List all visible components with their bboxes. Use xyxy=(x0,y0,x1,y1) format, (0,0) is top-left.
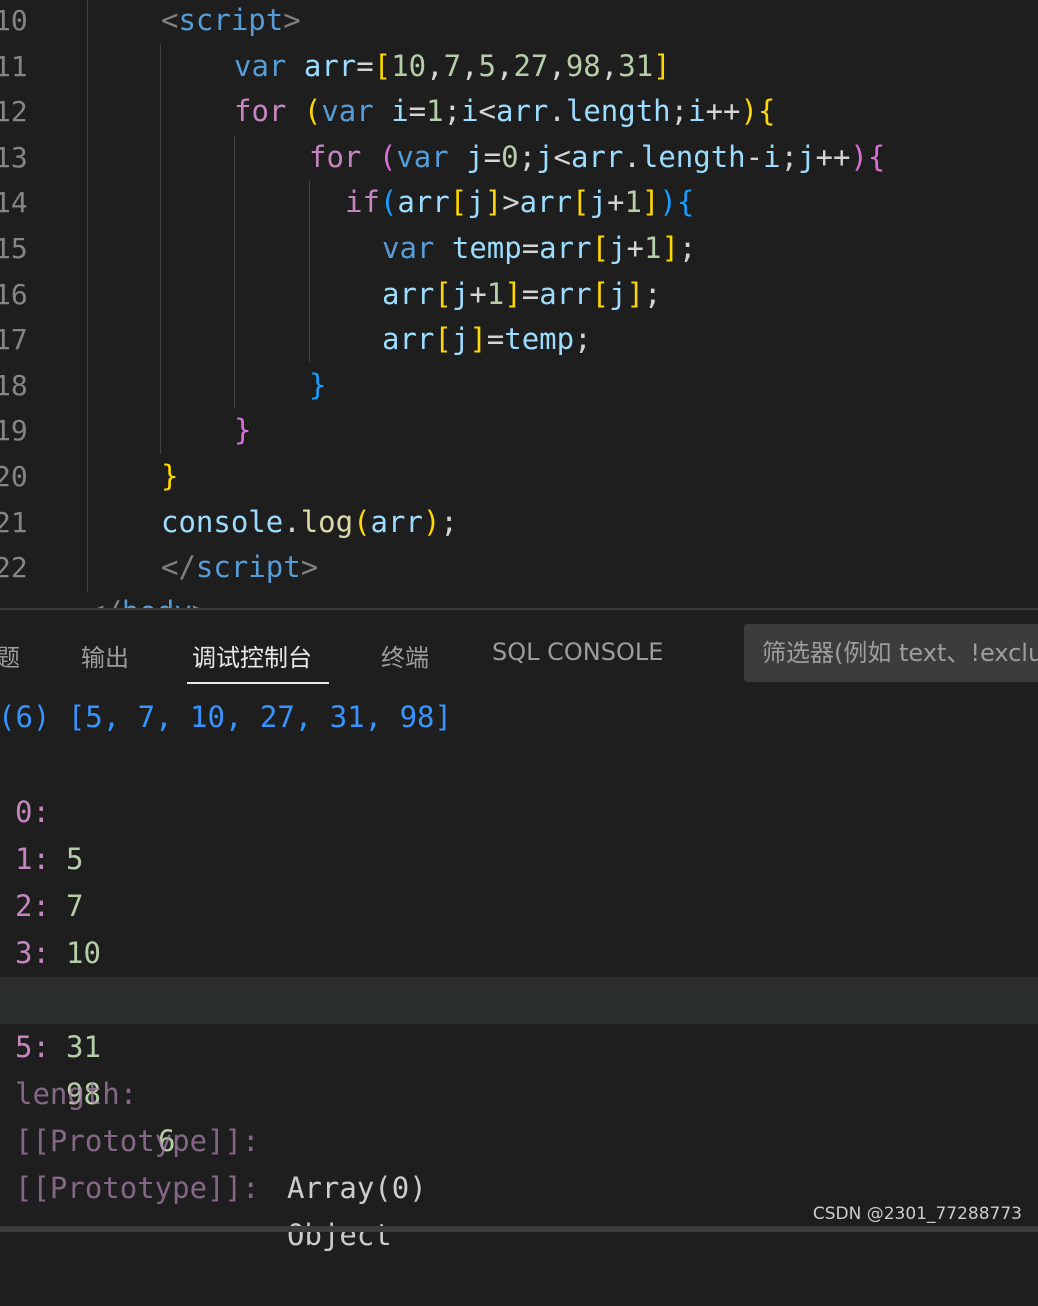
console-prototype-entry[interactable]: [[Prototype]]: Array(0) xyxy=(0,1071,1038,1205)
watermark: CSDN @2301_77288773 xyxy=(812,1204,1022,1224)
line-number: 21 xyxy=(0,505,28,539)
tab-terminal[interactable]: 终端 xyxy=(381,638,429,673)
tab-output[interactable]: 输出 xyxy=(81,638,129,673)
line-number: 12 xyxy=(0,95,28,129)
code-line: } xyxy=(234,413,252,448)
console-entry: 0: 5 xyxy=(0,742,1038,876)
prototype-value: Array(0) xyxy=(287,1171,427,1205)
line-number: 20 xyxy=(0,460,28,493)
line-number: 13 xyxy=(0,140,28,174)
console-length-entry: length: 6 xyxy=(0,1024,1038,1158)
console-entry: 2: 10 xyxy=(0,836,1038,970)
indent-guide xyxy=(160,44,161,454)
panel-bottom-border xyxy=(0,1226,1038,1232)
code-line: if(arr[j]>arr[j+1]){ xyxy=(345,185,695,220)
line-number: 15 xyxy=(0,232,28,265)
tab-problems[interactable]: 题 xyxy=(0,638,20,673)
code-line: arr[j+1]=arr[j]; xyxy=(382,276,662,311)
bottom-panel: 题 输出 调试控制台 终端 SQL CONSOLE 筛选器(例如 text、!e… xyxy=(0,608,1038,1252)
console-entry: 3: 27 xyxy=(0,883,1038,1017)
line-number: 16 xyxy=(0,277,28,311)
code-line: for (var j=0;j<arr.length-i;j++){ xyxy=(309,139,886,174)
code-editor[interactable]: 10 11 12 13 14 15 16 17 18 19 20 21 22 <… xyxy=(0,0,1038,608)
code-line: var temp=arr[j+1]; xyxy=(382,231,697,265)
tab-debug-console[interactable]: 调试控制台 xyxy=(192,638,312,673)
line-number: 11 xyxy=(0,49,28,83)
indent-guide xyxy=(234,135,235,408)
console-prototype-entry[interactable]: [[Prototype]]: Object xyxy=(0,1118,1038,1252)
code-line: </script> xyxy=(161,550,319,585)
line-number: 22 xyxy=(0,551,28,585)
console-entry-hovered[interactable]: 5: 98 xyxy=(0,977,1038,1111)
code-line: } xyxy=(309,367,327,402)
console-array-summary[interactable]: (6) [5, 7, 10, 27, 31, 98] xyxy=(0,694,1036,741)
line-number: 19 xyxy=(0,414,28,448)
prototype-key: [[Prototype]]: xyxy=(15,1171,260,1205)
code-line: for (var i=1;i<arr.length;i++){ xyxy=(234,94,776,129)
prototype-value: Object xyxy=(287,1218,392,1252)
tab-sql-console[interactable]: SQL CONSOLE xyxy=(492,638,663,666)
code-line: console.log(arr); xyxy=(161,504,458,539)
console-entry: 1: 7 xyxy=(0,789,1038,923)
line-number: 18 xyxy=(0,368,28,402)
line-number: 17 xyxy=(0,323,28,357)
indent-guide xyxy=(309,180,310,362)
code-line: <script> xyxy=(161,3,301,37)
code-line: } xyxy=(161,459,179,493)
line-number: 10 xyxy=(0,4,28,37)
code-line: </body> xyxy=(87,590,209,608)
console-entry: 4: 31 xyxy=(0,930,1038,1064)
active-tab-indicator xyxy=(187,682,329,684)
console-filter-input[interactable]: 筛选器(例如 text、!exclude) xyxy=(744,624,1038,682)
indent-guide xyxy=(87,0,88,592)
code-line: var arr=[10,7,5,27,98,31] xyxy=(234,48,671,83)
code-line: arr[j]=temp; xyxy=(382,322,592,357)
line-number: 14 xyxy=(0,186,28,220)
